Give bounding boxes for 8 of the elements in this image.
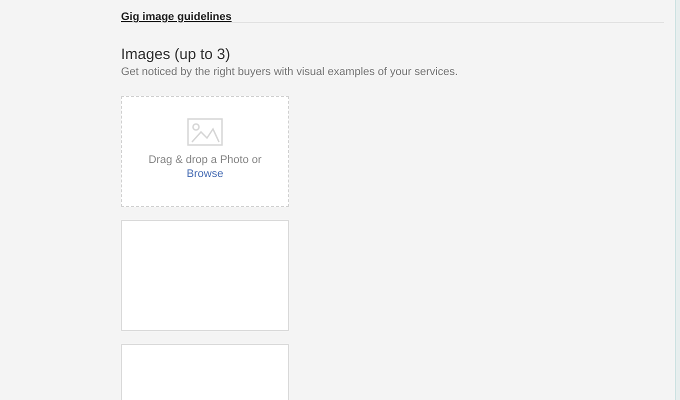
guidelines-link[interactable]: Gig image guidelines (121, 10, 232, 24)
image-slot[interactable] (121, 220, 289, 331)
browse-link[interactable]: Browse (186, 167, 224, 181)
image-dropzone[interactable]: Drag & drop a Photo or Browse (121, 96, 289, 207)
section-title: Images (up to 3) (121, 46, 232, 64)
section-subtitle: Get noticed by the right buyers with visual examples of your services. (121, 65, 459, 79)
dropzone-prompt: Drag & drop a Photo or (148, 153, 262, 167)
image-icon (187, 118, 223, 146)
